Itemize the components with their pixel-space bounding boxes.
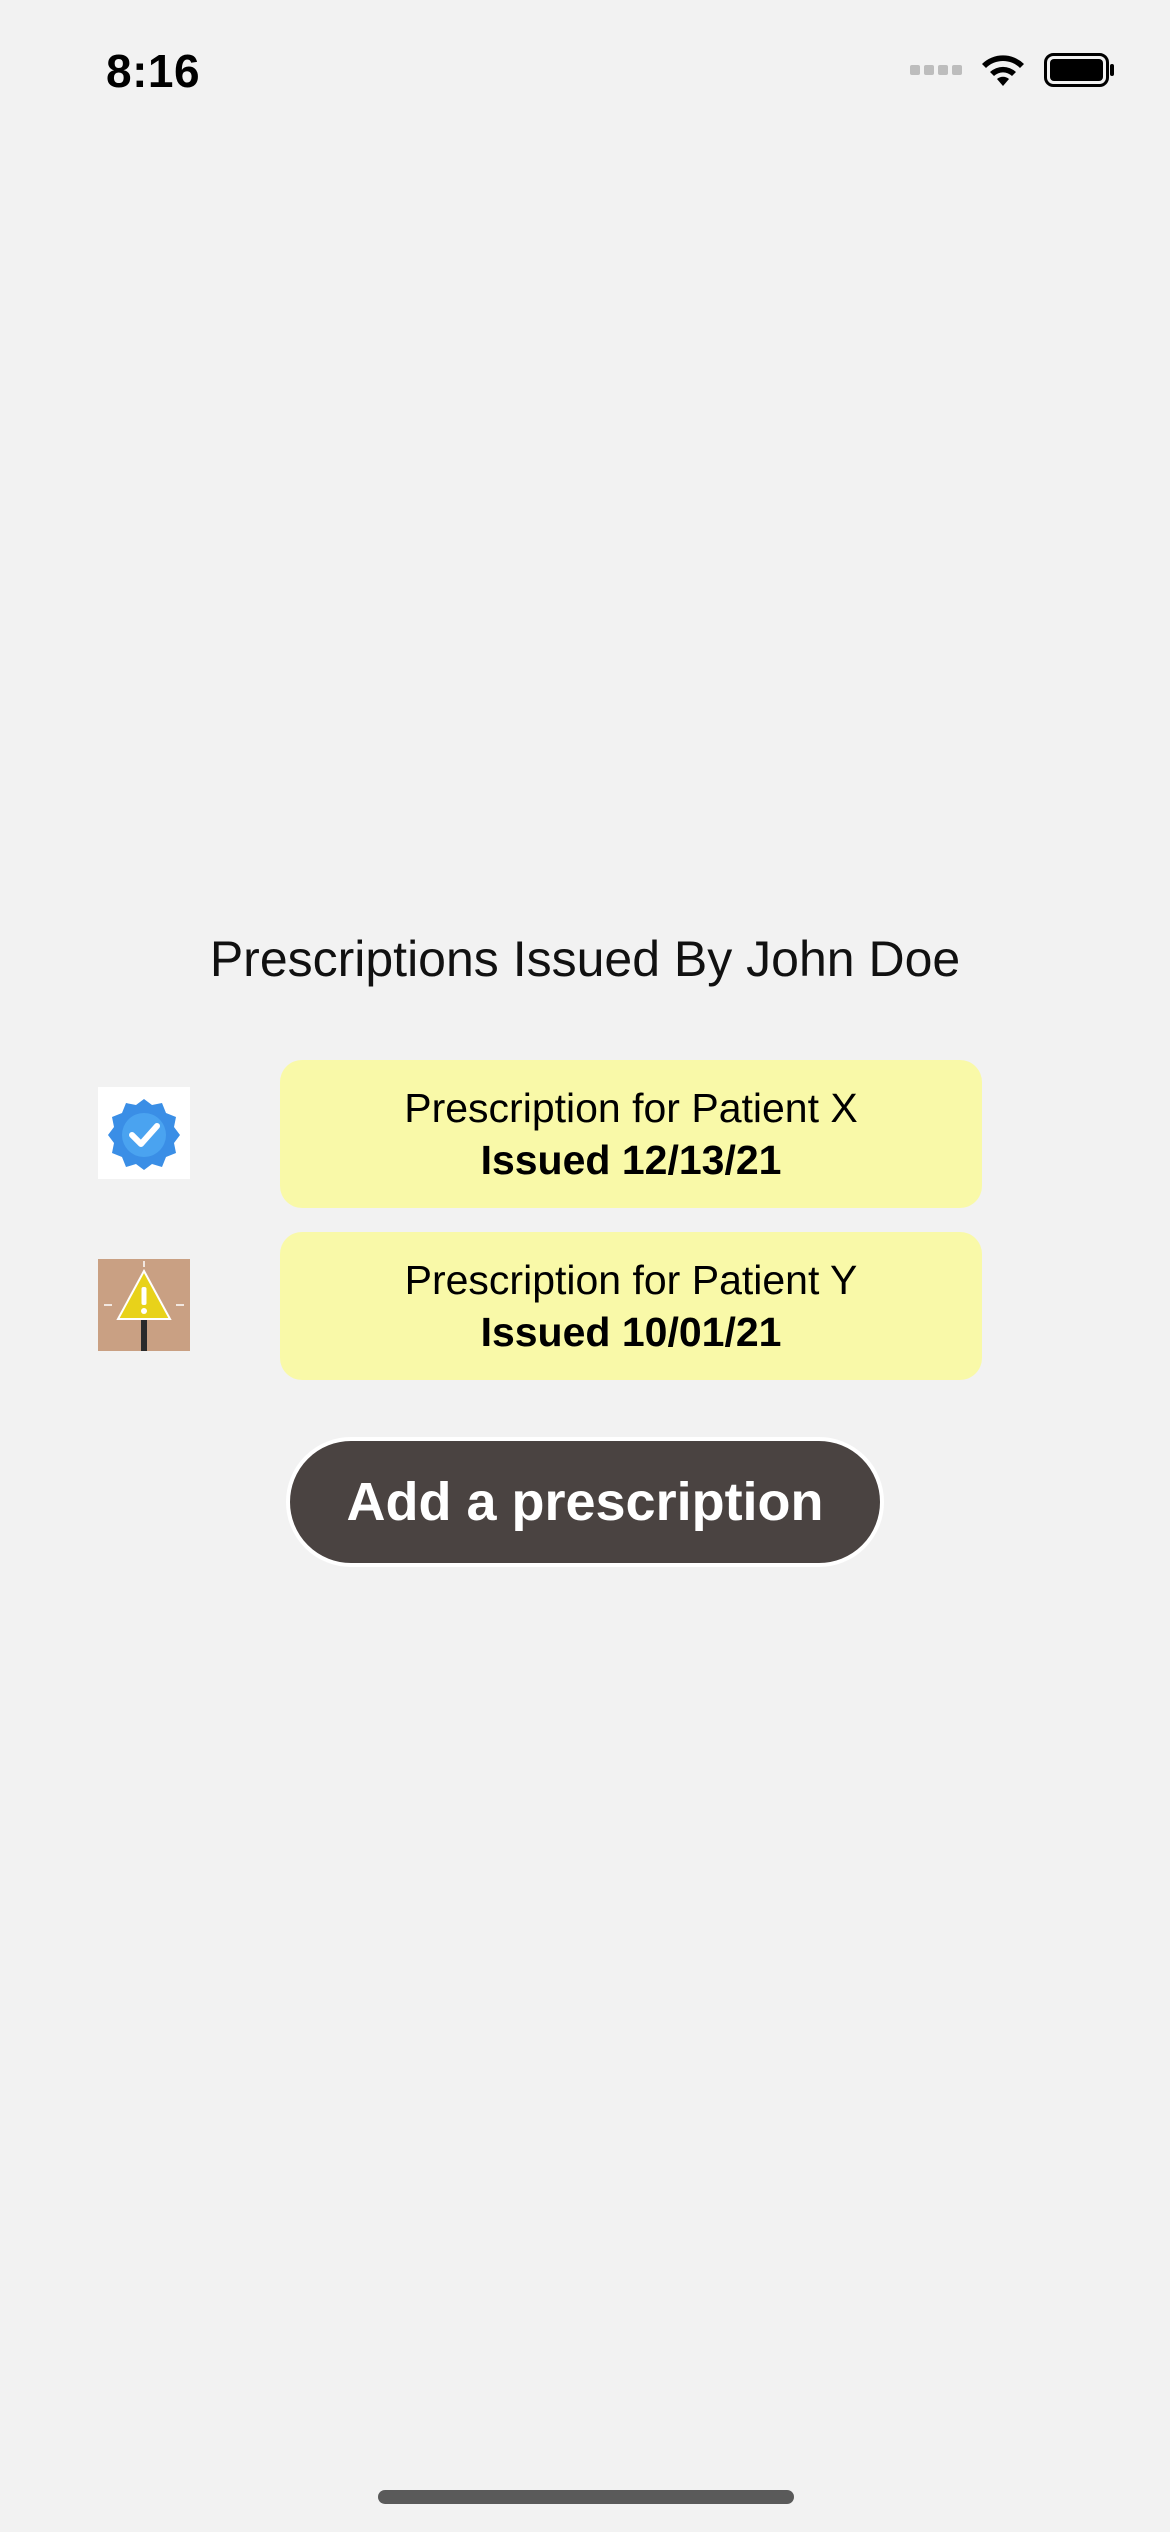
wifi-icon xyxy=(978,52,1028,88)
add-prescription-button[interactable]: Add a prescription xyxy=(286,1437,884,1567)
prescription-issued-date: Issued 10/01/21 xyxy=(480,1309,782,1355)
cellular-signal-icon xyxy=(910,65,962,75)
prescription-card[interactable]: Prescription for Patient Y Issued 10/01/… xyxy=(280,1232,982,1380)
status-time: 8:16 xyxy=(106,45,201,97)
page-title: Prescriptions Issued By John Doe xyxy=(209,931,961,987)
prescription-issued-date: Issued 12/13/21 xyxy=(480,1137,782,1183)
prescription-row: Prescription for Patient X Issued 12/13/… xyxy=(98,1060,982,1210)
battery-icon xyxy=(1044,52,1116,88)
prescription-title: Prescription for Patient Y xyxy=(404,1257,858,1303)
warning-sign-icon xyxy=(98,1259,190,1351)
prescription-title: Prescription for Patient X xyxy=(404,1085,858,1131)
status-indicators xyxy=(910,52,1116,88)
prescription-card[interactable]: Prescription for Patient X Issued 12/13/… xyxy=(280,1060,982,1208)
verified-badge-icon xyxy=(98,1087,190,1179)
prescription-row: Prescription for Patient Y Issued 10/01/… xyxy=(98,1232,982,1382)
home-indicator[interactable] xyxy=(378,2490,794,2504)
